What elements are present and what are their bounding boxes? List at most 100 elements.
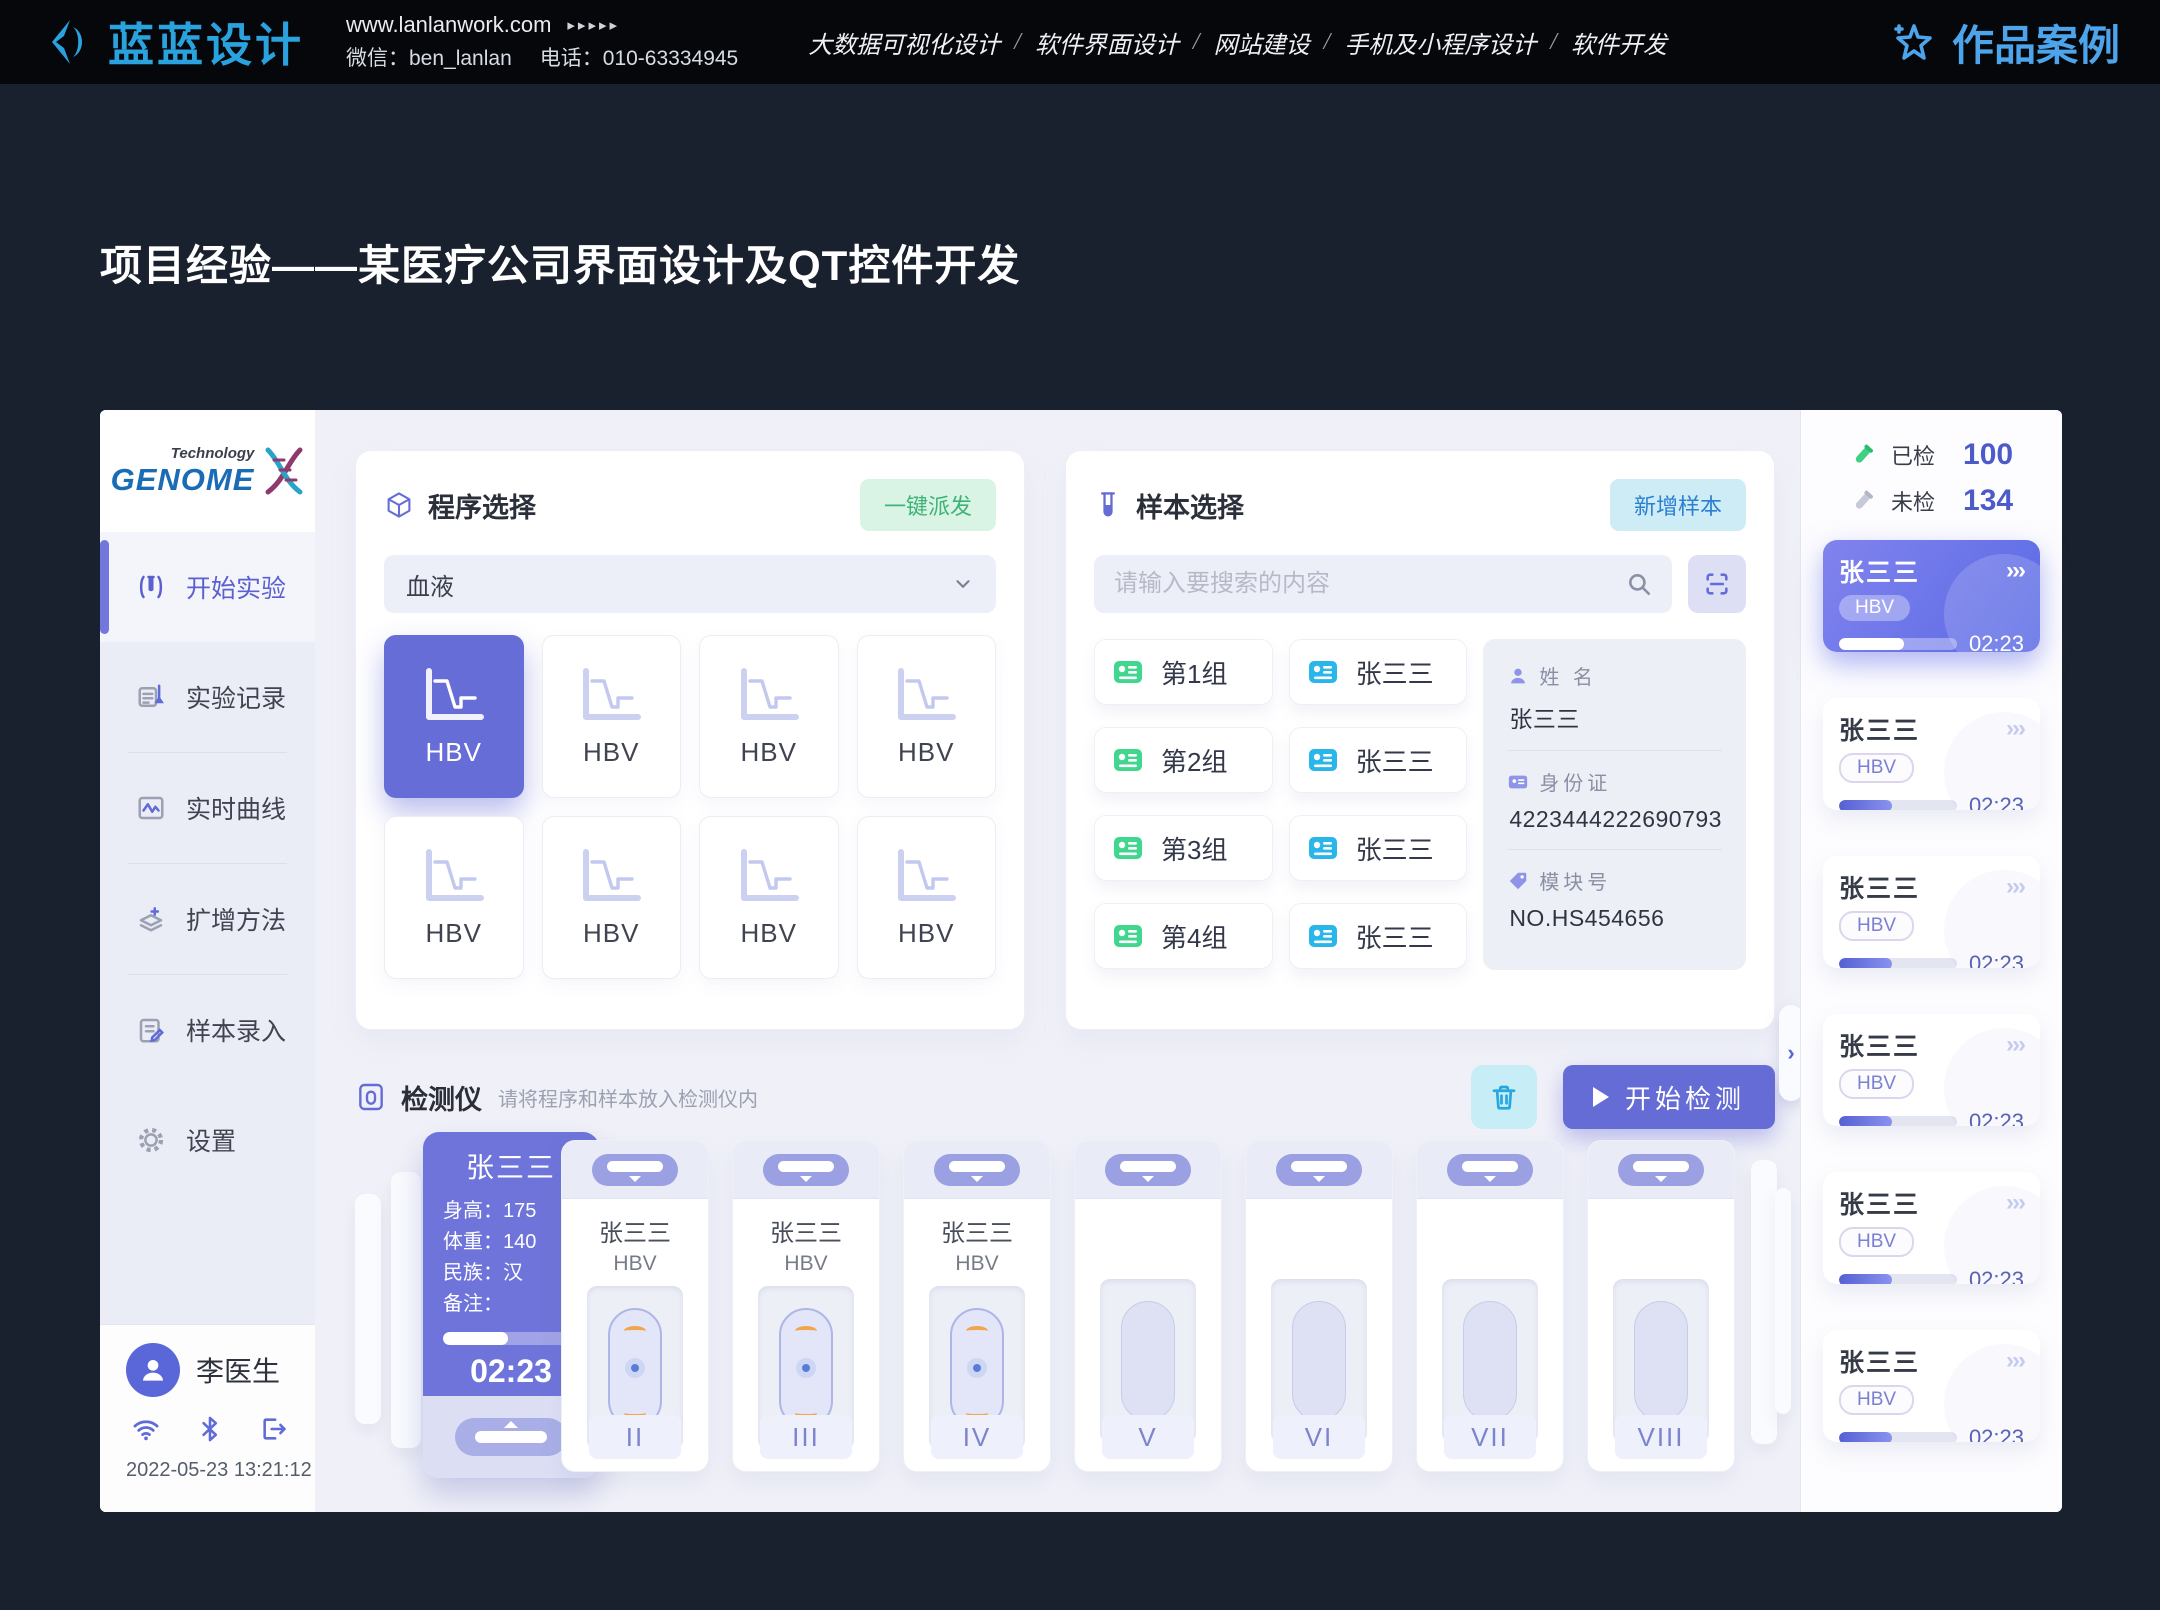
program-tile-hbv[interactable]: HBV xyxy=(384,635,524,798)
nav-item-website[interactable]: 网站建设 xyxy=(1214,25,1310,60)
detector-slot-4[interactable]: 张三三 HBV IV xyxy=(903,1140,1051,1472)
detector-slot-7[interactable]: VII xyxy=(1416,1140,1564,1472)
sidebar-item-experiment-records[interactable]: 实验记录 xyxy=(100,642,315,752)
sample-chip[interactable]: 张三三 xyxy=(1289,639,1468,705)
queue-card[interactable]: 张三三 ››› HBV 02:23 xyxy=(1823,1014,2040,1126)
sidebar-item-settings[interactable]: 设置 xyxy=(100,1085,315,1195)
queue-card-active[interactable]: 张三三 ››› HBV 02:23 xyxy=(1823,540,2040,652)
queue-program-tag: HBV xyxy=(1839,595,1910,621)
group-label: 第3组 xyxy=(1161,830,1227,867)
queue-program-tag: HBV xyxy=(1839,1385,1914,1415)
start-detection-button[interactable]: 开始检测 xyxy=(1563,1065,1775,1129)
bluetooth-icon[interactable] xyxy=(196,1415,224,1443)
group-card-icon xyxy=(1111,743,1145,777)
trash-button[interactable] xyxy=(1471,1065,1537,1129)
chevrons-icon: ››› xyxy=(2006,1347,2024,1375)
detector-slot-5[interactable]: V xyxy=(1074,1140,1222,1472)
collapse-handle xyxy=(455,1418,567,1456)
avatar[interactable] xyxy=(126,1343,180,1397)
queue-card[interactable]: 张三三 ››› HBV 02:23 xyxy=(1823,1172,2040,1284)
queue-card[interactable]: 张三三 ››› HBV 02:23 xyxy=(1823,1330,2040,1442)
slot-numeral: IV xyxy=(931,1415,1023,1459)
group-chip[interactable]: 第3组 xyxy=(1094,815,1273,881)
detector-slot-8[interactable]: VIII xyxy=(1587,1140,1735,1472)
program-tile-hbv[interactable]: HBV xyxy=(857,635,997,798)
nav-item-bigdata[interactable]: 大数据可视化设计 xyxy=(808,25,1000,60)
pcr-curve-icon xyxy=(889,665,963,727)
tag-icon xyxy=(1507,870,1529,892)
detector-title: 检测仪 xyxy=(401,1078,482,1117)
slot-patient-name: 张三三 xyxy=(904,1213,1050,1248)
program-tile-hbv[interactable]: HBV xyxy=(699,816,839,979)
sidebar-item-realtime-curve[interactable]: 实时曲线 xyxy=(100,753,315,863)
group-chip[interactable]: 第1组 xyxy=(1094,639,1273,705)
group-chip[interactable]: 第2组 xyxy=(1094,727,1273,793)
sample-label: 张三三 xyxy=(1356,918,1434,955)
nav-item-software-ui[interactable]: 软件界面设计 xyxy=(1035,25,1179,60)
slot-numeral: II xyxy=(589,1415,681,1459)
program-tile-hbv[interactable]: HBV xyxy=(542,816,682,979)
detector-slot-3[interactable]: 张三三 HBV III xyxy=(732,1140,880,1472)
site-header: 蓝蓝设计 www.lanlanwork.com ▸▸▸▸▸ 微信：ben_lan… xyxy=(0,0,2160,84)
program-tile-hbv[interactable]: HBV xyxy=(384,816,524,979)
program-tile-hbv[interactable]: HBV xyxy=(699,635,839,798)
wifi-icon[interactable] xyxy=(132,1415,160,1443)
search-input[interactable] xyxy=(1114,570,1626,598)
program-tile-hbv[interactable]: HBV xyxy=(542,635,682,798)
program-selection-panel: 程序选择 一键派发 血液 HBV xyxy=(355,450,1025,1030)
slot-patient-name: 张三三 xyxy=(443,1146,579,1186)
pcr-curve-icon xyxy=(417,846,491,908)
detector-slot-2[interactable]: 张三三 HBV II xyxy=(561,1140,709,1472)
chevrons-icon: ››› xyxy=(2006,873,2024,901)
sidebar-item-label: 样本录入 xyxy=(186,1012,286,1048)
active-indicator xyxy=(100,540,109,634)
detector-slot-6[interactable]: VI xyxy=(1245,1140,1393,1472)
user-area: 李医生 2022-05-23 13:21:12 xyxy=(100,1324,315,1512)
scan-button[interactable] xyxy=(1688,555,1746,613)
portfolio-button[interactable]: 作品案例 xyxy=(1890,12,2120,73)
sidebar-item-amplification[interactable]: 扩增方法 xyxy=(100,864,315,974)
cartridge-empty xyxy=(1463,1301,1517,1421)
unchecked-count: 134 xyxy=(1963,484,2013,518)
star-wand-icon xyxy=(1890,18,1938,66)
sample-chip[interactable]: 张三三 xyxy=(1289,815,1468,881)
sidebar-item-sample-entry[interactable]: 样本录入 xyxy=(100,975,315,1085)
sidebar-item-label: 开始实验 xyxy=(186,569,286,605)
sample-chip[interactable]: 张三三 xyxy=(1289,903,1468,969)
pcr-curve-icon xyxy=(417,665,491,727)
start-detection-label: 开始检测 xyxy=(1625,1079,1745,1116)
queue-progress-bar xyxy=(1839,800,1957,810)
slot-handle xyxy=(592,1154,678,1186)
add-sample-button[interactable]: 新增样本 xyxy=(1610,479,1746,531)
sample-type-dropdown[interactable]: 血液 xyxy=(384,555,996,613)
queue-card[interactable]: 张三三 ››› HBV 02:23 xyxy=(1823,856,2040,968)
person-card-icon xyxy=(1306,743,1340,777)
slot-program xyxy=(1075,1245,1221,1269)
slot-numeral: VI xyxy=(1273,1415,1365,1459)
slot-patient-name: 张三三 xyxy=(733,1213,879,1248)
lanlan-logo[interactable]: 蓝蓝设计 xyxy=(40,9,304,75)
slot-numeral: V xyxy=(1102,1415,1194,1459)
page-title: 项目经验——某医疗公司界面设计及QT控件开发 xyxy=(100,232,1020,293)
queue-countdown: 02:23 xyxy=(1969,1425,2024,1442)
genome-logo-top: Technology xyxy=(171,445,255,462)
chevron-down-icon xyxy=(952,573,974,595)
logout-icon[interactable] xyxy=(260,1415,288,1443)
sample-chip[interactable]: 张三三 xyxy=(1289,727,1468,793)
queue-card[interactable]: 张三三 ››› HBV 02:23 xyxy=(1823,698,2040,810)
sidebar-item-start-experiment[interactable]: 开始实验 xyxy=(100,532,315,642)
portfolio-label: 作品案例 xyxy=(1952,12,2120,73)
group-chip[interactable]: 第4组 xyxy=(1094,903,1273,969)
nav-item-mobile[interactable]: 手机及小程序设计 xyxy=(1344,25,1536,60)
group-label: 第2组 xyxy=(1161,742,1227,779)
slot-handle xyxy=(1105,1154,1191,1186)
program-tile-hbv[interactable]: HBV xyxy=(857,816,997,979)
queue-progress-bar xyxy=(1839,1274,1957,1284)
search-icon[interactable] xyxy=(1626,571,1652,597)
module-label: 模块号 xyxy=(1539,866,1611,895)
nav-item-dev[interactable]: 软件开发 xyxy=(1571,25,1667,60)
one-key-dispatch-button[interactable]: 一键派发 xyxy=(860,479,996,531)
queue-patient-name: 张三三 xyxy=(1839,869,1920,905)
slot-handle xyxy=(763,1154,849,1186)
slot-program: HBV xyxy=(562,1252,708,1276)
